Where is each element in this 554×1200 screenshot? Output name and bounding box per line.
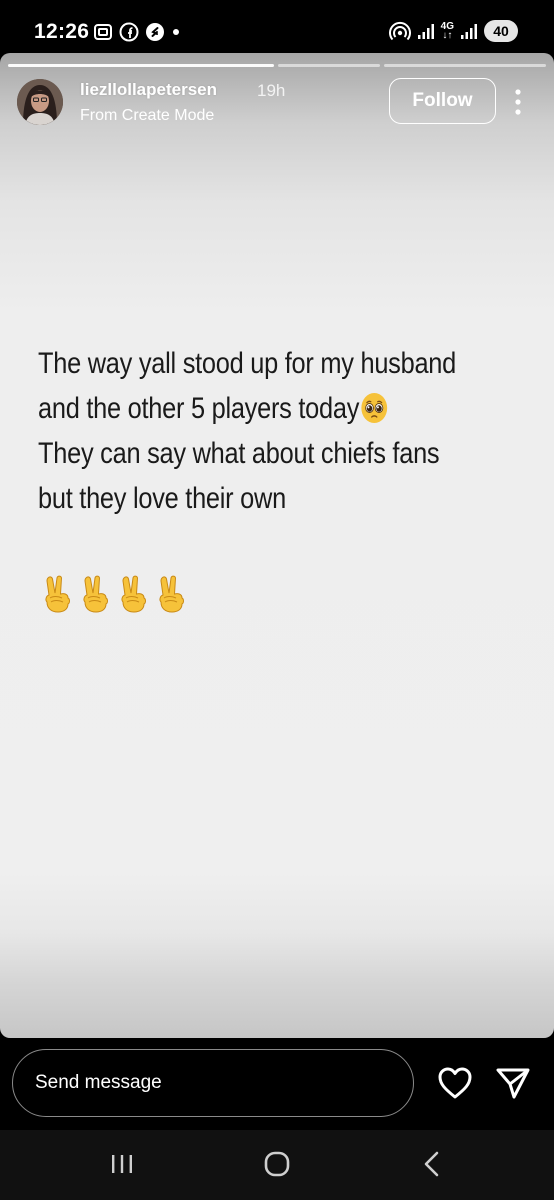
- home-icon[interactable]: [262, 1150, 292, 1178]
- story-text-line: and the other 5 players today: [38, 392, 360, 425]
- status-notification-icons: [93, 22, 181, 42]
- send-icon[interactable]: [495, 1066, 531, 1100]
- story-username[interactable]: liezllollapetersen: [80, 80, 217, 100]
- story-progress-segment: [384, 64, 546, 67]
- story-text: The way yall stood up for my husband and…: [38, 341, 468, 521]
- status-time: 12:26: [34, 20, 90, 43]
- story-subtitle[interactable]: From Create Mode: [80, 107, 214, 125]
- story-timestamp: 19h: [257, 81, 286, 100]
- status-system-icons: 4G ↓↑ 40: [388, 20, 518, 42]
- more-options-icon[interactable]: [510, 87, 526, 117]
- send-message-input[interactable]: Send message: [12, 1049, 414, 1117]
- facebook-icon: [119, 22, 139, 42]
- heart-icon[interactable]: [437, 1066, 473, 1100]
- avatar-image: [17, 79, 63, 125]
- story-text-line: but they love their own: [38, 482, 286, 515]
- victory-hand-emoji-row: [40, 574, 188, 614]
- signal-icon-2: [461, 24, 477, 39]
- victory-hand-icon: [83, 575, 108, 613]
- system-navigation-bar: [0, 1130, 554, 1200]
- story-text-line: The way yall stood up for my husband: [38, 347, 457, 380]
- story-viewer[interactable]: liezllollapetersen 19h From Create Mode …: [0, 53, 554, 1038]
- follow-button[interactable]: Follow: [389, 78, 496, 124]
- data-arrows-icon: ↓↑: [442, 30, 453, 41]
- hotspot-icon: [388, 21, 411, 41]
- victory-hand-icon: [121, 575, 146, 613]
- recent-apps-icon[interactable]: [108, 1152, 136, 1176]
- story-progress-segment: [278, 64, 380, 67]
- status-bar: 12:26 4G ↓↑ 40: [0, 0, 554, 56]
- story-progress-segment: [8, 64, 274, 67]
- network-type: 4G ↓↑: [441, 22, 454, 41]
- back-icon[interactable]: [420, 1150, 444, 1178]
- dot-icon: [173, 29, 179, 35]
- pleading-face-icon: [361, 393, 388, 423]
- story-text-line: They can say what about chiefs fans: [38, 437, 440, 470]
- signal-icon: [417, 24, 434, 39]
- shazam-icon: [146, 23, 164, 41]
- victory-hand-icon: [45, 575, 70, 613]
- message-bar: Send message: [0, 1038, 554, 1130]
- victory-hand-icon: [159, 575, 184, 613]
- avatar[interactable]: [17, 79, 63, 125]
- battery-indicator: 40: [484, 20, 518, 42]
- story-text-line-with-emoji: and the other 5 players today: [38, 386, 468, 431]
- screenshot-icon: [94, 24, 112, 40]
